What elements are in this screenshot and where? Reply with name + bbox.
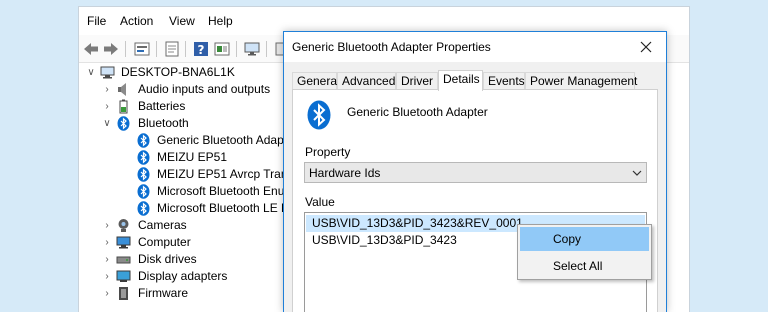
tab-general[interactable]: General [292, 72, 340, 90]
dialog-titlebar[interactable]: Generic Bluetooth Adapter Properties [284, 32, 666, 62]
tree-item-label: Bluetooth [138, 116, 189, 130]
chevron-right-icon[interactable]: › [102, 234, 112, 251]
camera-icon [118, 219, 129, 232]
bluetooth-icon [137, 184, 150, 199]
tree-item-label: Disk drives [138, 252, 197, 266]
bluetooth-icon [137, 167, 150, 182]
chevron-down-icon [632, 170, 642, 176]
menu-action[interactable]: Action [120, 14, 153, 28]
tree-item-label: Batteries [138, 99, 186, 113]
monitor-icon [116, 236, 131, 249]
chevron-right-icon[interactable]: › [102, 251, 112, 268]
bluetooth-icon [117, 116, 130, 131]
battery-icon [119, 99, 128, 114]
document-icon[interactable] [163, 40, 181, 58]
toolbar-separator [236, 41, 237, 57]
property-select[interactable]: Hardware Ids [304, 162, 647, 183]
chevron-down-icon[interactable]: ∨ [102, 115, 112, 132]
tab-power-management[interactable]: Power Management [525, 72, 637, 90]
speaker-icon [118, 83, 126, 96]
toolbar-separator [185, 41, 186, 57]
value-label: Value [305, 195, 335, 209]
tree-item-label: Computer [138, 235, 191, 249]
computer-icon [100, 66, 115, 79]
dialog-title: Generic Bluetooth Adapter Properties [292, 40, 491, 54]
disk-icon [116, 256, 131, 264]
tree-root-label: DESKTOP-BNA6L1K [121, 65, 235, 79]
menu-item-select-all[interactable]: Select All [520, 254, 649, 278]
back-arrow-icon[interactable] [82, 40, 100, 58]
tab-advanced[interactable]: Advanced [337, 72, 396, 90]
chevron-right-icon[interactable]: › [102, 217, 112, 234]
tree-item-label: Firmware [138, 286, 188, 300]
tree-item-label: MEIZU EP51 Avrcp Transp [157, 167, 301, 181]
help-icon[interactable]: ? [192, 40, 210, 58]
chevron-right-icon[interactable]: › [102, 81, 112, 98]
chevron-right-icon[interactable]: › [102, 98, 112, 115]
tree-item-label: Microsoft Bluetooth Enur [157, 184, 289, 198]
bluetooth-icon [137, 201, 150, 216]
bluetooth-icon [137, 133, 150, 148]
tree-item-label: Generic Bluetooth Adapte [157, 133, 294, 147]
menu-file[interactable]: File [87, 14, 106, 28]
device-name: Generic Bluetooth Adapter [347, 105, 488, 119]
tree-item-label: Microsoft Bluetooth LE Er [157, 201, 294, 215]
property-select-value: Hardware Ids [309, 166, 381, 180]
forward-arrow-icon[interactable] [102, 40, 120, 58]
close-icon[interactable] [636, 37, 656, 57]
menu-help[interactable]: Help [208, 14, 233, 28]
tab-details[interactable]: Details [438, 70, 483, 91]
action-icon[interactable] [213, 40, 231, 58]
menu-view[interactable]: View [169, 14, 195, 28]
chevron-right-icon[interactable]: › [102, 268, 112, 285]
toolbar-separator [266, 41, 267, 57]
scan-hardware-icon[interactable] [243, 40, 261, 58]
tree-item-label: Cameras [138, 218, 187, 232]
chip-icon [119, 287, 128, 300]
svg-text:?: ? [198, 43, 205, 57]
tree-item-label: Display adapters [138, 269, 228, 283]
property-label: Property [305, 145, 351, 159]
chevron-right-icon[interactable]: › [102, 285, 112, 302]
chevron-down-icon[interactable]: ∨ [86, 64, 96, 81]
menu-item-copy[interactable]: Copy [520, 227, 649, 251]
display-icon [116, 270, 131, 282]
context-menu: Copy Select All [517, 224, 652, 280]
tree-item-label: MEIZU EP51 [157, 150, 228, 164]
tab-driver[interactable]: Driver [396, 72, 438, 90]
toolbar-separator [156, 41, 157, 57]
bluetooth-icon [307, 100, 331, 130]
toolbar-separator [125, 41, 126, 57]
device-tree: ∨ DESKTOP-BNA6L1K › Audio inputs and out… [79, 63, 300, 312]
tab-events[interactable]: Events [483, 72, 525, 90]
tree-item-label: Audio inputs and outputs [138, 82, 271, 96]
properties-icon[interactable] [133, 40, 151, 58]
bluetooth-icon [137, 150, 150, 165]
